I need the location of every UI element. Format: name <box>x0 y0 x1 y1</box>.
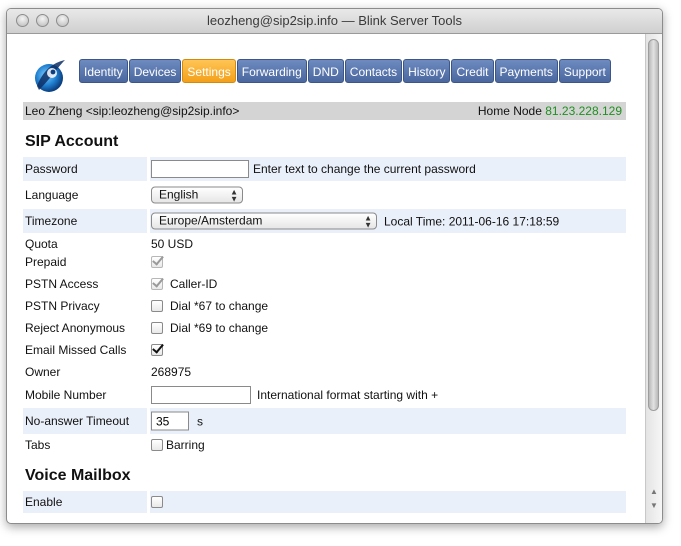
enable-label: Enable <box>25 495 63 509</box>
language-label: Language <box>25 188 79 202</box>
reject-anonymous-label: Reject Anonymous <box>25 321 126 335</box>
mobile-number-label: Mobile Number <box>25 388 107 402</box>
pstn-privacy-option: Dial *67 to change <box>170 299 269 313</box>
home-node-ip: 81.23.228.129 <box>545 104 622 118</box>
main-tabs: Identity Devices Settings Forwarding DND… <box>79 59 612 83</box>
voice-mailbox-heading: Voice Mailbox <box>25 467 131 484</box>
language-row: Language English ▲ ▼ <box>23 183 626 207</box>
pstn-access-option: Caller-ID <box>170 277 218 291</box>
tab-identity[interactable]: Identity <box>79 59 128 83</box>
scrollbar-thumb[interactable] <box>648 39 659 411</box>
barring-option: Barring <box>166 438 205 452</box>
sip-account-heading: SIP Account <box>25 133 119 150</box>
account-user: Leo Zheng <sip:leozheng@sip2sip.info> <box>25 104 240 118</box>
pstn-access-label: PSTN Access <box>25 277 99 291</box>
reject-anonymous-row: Reject Anonymous Dial *69 to change <box>23 318 626 338</box>
account-info-bar: Leo Zheng <sip:leozheng@sip2sip.info> Ho… <box>23 102 626 120</box>
language-selected: English <box>159 187 199 202</box>
email-missed-calls-label: Email Missed Calls <box>25 343 127 357</box>
vertical-scrollbar[interactable]: ▲ ▼ <box>645 34 662 523</box>
tab-forwarding[interactable]: Forwarding <box>236 59 307 83</box>
timezone-row: Timezone Europe/Amsterdam ▲ ▼ Local Time:… <box>23 209 626 233</box>
mobile-number-hint: International format starting with + <box>257 388 439 402</box>
reject-anonymous-checkbox[interactable] <box>151 322 163 334</box>
scroll-down-arrow-icon[interactable]: ▼ <box>650 501 658 510</box>
barring-checkbox[interactable] <box>151 439 163 451</box>
tabs-label: Tabs <box>25 438 51 452</box>
prepaid-row: Prepaid <box>23 252 626 272</box>
owner-label: Owner <box>25 365 61 379</box>
password-row: Password Enter text to change the curren… <box>23 157 626 181</box>
quota-row: Quota 50 USD <box>23 236 626 252</box>
timezone-select[interactable]: Europe/Amsterdam ▲ ▼ <box>151 212 377 230</box>
tab-credit[interactable]: Credit <box>451 59 494 83</box>
password-input[interactable] <box>151 160 249 178</box>
timezone-label: Timezone <box>25 214 78 228</box>
tab-payments[interactable]: Payments <box>494 59 558 83</box>
quota-value: 50 USD <box>151 237 194 251</box>
enable-row: Enable <box>23 491 626 513</box>
owner-value: 268975 <box>151 365 192 379</box>
reject-anonymous-option: Dial *69 to change <box>170 321 269 335</box>
pstn-privacy-label: PSTN Privacy <box>25 299 100 313</box>
password-hint: Enter text to change the current passwor… <box>253 162 476 176</box>
timezone-selected: Europe/Amsterdam <box>159 213 263 228</box>
no-answer-timeout-row: No-answer Timeout s <box>23 408 626 434</box>
prepaid-checkbox <box>151 256 163 268</box>
mobile-number-input[interactable] <box>151 386 251 404</box>
select-arrows-icon: ▲ ▼ <box>230 187 238 204</box>
home-node: Home Node 81.23.228.129 <box>478 102 622 120</box>
email-missed-calls-checkbox[interactable] <box>151 344 163 356</box>
no-answer-timeout-label: No-answer Timeout <box>25 414 130 428</box>
scroll-up-arrow-icon[interactable]: ▲ <box>650 487 658 496</box>
tab-contacts[interactable]: Contacts <box>344 59 403 83</box>
window-title: leozheng@sip2sip.info — Blink Server Too… <box>206 13 463 28</box>
blink-logo-icon <box>35 60 65 92</box>
password-label: Password <box>25 162 78 176</box>
mobile-number-row: Mobile Number International format start… <box>23 383 626 407</box>
tab-devices[interactable]: Devices <box>128 59 182 83</box>
email-missed-calls-row: Email Missed Calls <box>23 340 626 360</box>
tabs-row: Tabs Barring <box>23 435 626 455</box>
no-answer-timeout-unit: s <box>197 414 203 428</box>
prepaid-label: Prepaid <box>25 255 67 269</box>
quota-label: Quota <box>25 237 58 251</box>
local-time: Local Time: 2011-06-16 17:18:59 <box>384 214 560 228</box>
enable-voicemail-checkbox[interactable] <box>151 496 163 508</box>
tab-history[interactable]: History <box>403 59 451 83</box>
language-select[interactable]: English ▲ ▼ <box>151 186 243 204</box>
page-content: Identity Devices Settings Forwarding DND… <box>7 34 645 523</box>
home-node-label: Home Node <box>477 104 542 118</box>
browser-window: leozheng@sip2sip.info — Blink Server Too… <box>6 8 663 524</box>
pstn-privacy-row: PSTN Privacy Dial *67 to change <box>23 296 626 316</box>
tab-settings[interactable]: Settings <box>182 59 236 83</box>
no-answer-timeout-input[interactable] <box>151 411 189 431</box>
pstn-access-row: PSTN Access Caller-ID <box>23 274 626 294</box>
pstn-access-checkbox <box>151 278 163 290</box>
pstn-privacy-checkbox[interactable] <box>151 300 163 312</box>
title-bar: leozheng@sip2sip.info — Blink Server Too… <box>7 9 662 34</box>
tab-dnd[interactable]: DND <box>307 59 344 83</box>
select-arrows-icon: ▲ ▼ <box>364 213 372 230</box>
tab-support[interactable]: Support <box>558 59 611 83</box>
owner-row: Owner 268975 <box>23 362 626 382</box>
